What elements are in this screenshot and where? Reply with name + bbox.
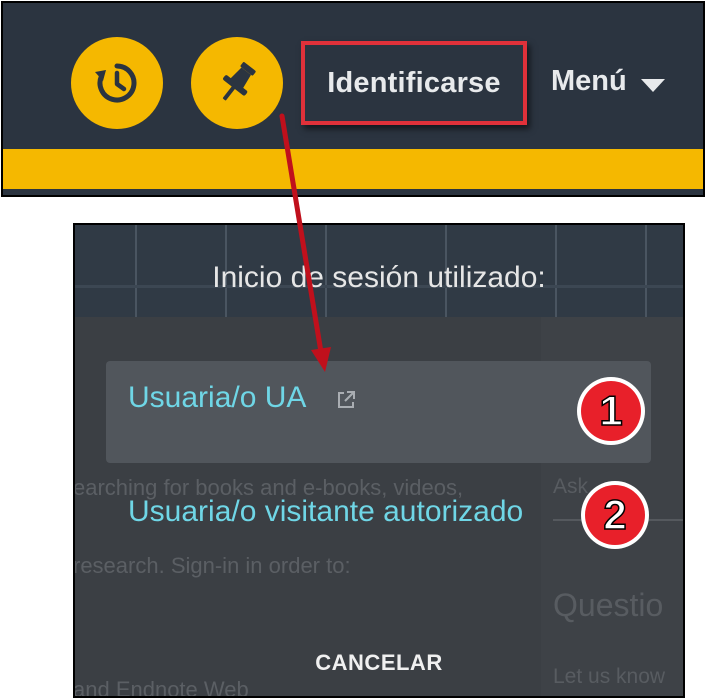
yellow-accent-bar: [3, 149, 703, 189]
badge-1-text: 1: [599, 387, 622, 434]
signin-dialog-screenshot: earching for books and e-books, videos, …: [73, 223, 685, 698]
pin-icon: [222, 62, 256, 101]
caret-down-icon: [640, 79, 665, 92]
option-ua-user-card[interactable]: Usuaria/o UA: [106, 361, 651, 463]
badge-2-text: 2: [603, 491, 626, 538]
external-link-icon: [338, 391, 355, 408]
history-icon: [95, 63, 137, 103]
dialog-title: Inicio de sesión utilizado:: [212, 261, 546, 294]
number-badge-1: 1: [577, 377, 645, 445]
top-header-screenshot: Identificarse Menú: [1, 1, 705, 197]
background-heading: Questio: [553, 587, 664, 623]
option-ua-user-link[interactable]: Usuaria/o UA: [128, 381, 306, 415]
signin-highlight-box: Identificarse: [301, 41, 527, 125]
pin-button[interactable]: [191, 37, 283, 129]
signin-link[interactable]: Identificarse: [327, 67, 500, 100]
option-authorized-visitor-link[interactable]: Usuaria/o visitante autorizado: [128, 495, 523, 529]
menu-label: Menú: [551, 65, 627, 97]
number-badge-2: 2: [581, 481, 649, 549]
history-button[interactable]: [71, 37, 163, 129]
header-bottom-strip: [3, 189, 703, 195]
cancel-button[interactable]: CANCELAR: [75, 650, 683, 676]
menu-dropdown[interactable]: Menú: [551, 65, 665, 98]
background-text: research. Sign-in in order to:: [73, 553, 351, 578]
background-text: and Endnote Web: [73, 677, 249, 698]
